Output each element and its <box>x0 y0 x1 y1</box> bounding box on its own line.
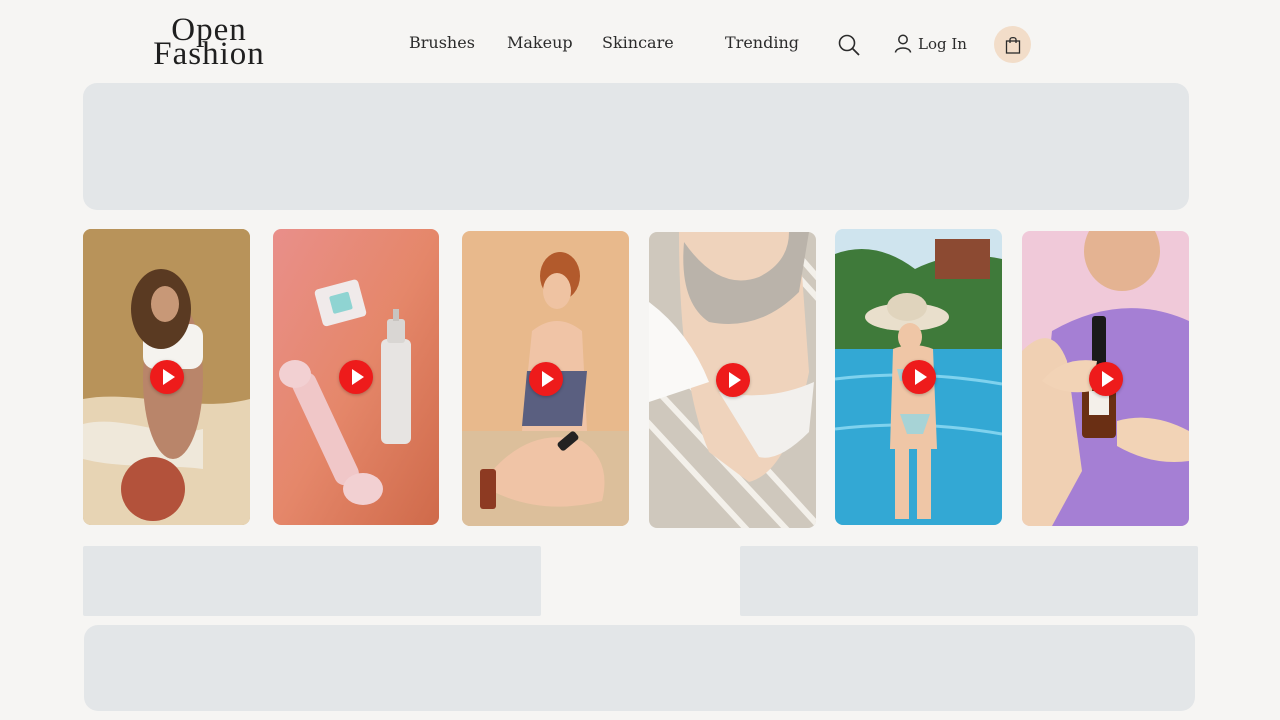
video-card-swimsuit-towel[interactable] <box>649 232 816 528</box>
video-card-sunscreen-sand[interactable] <box>462 231 629 526</box>
brand-logo[interactable]: Open Fashion <box>144 14 274 72</box>
play-icon[interactable] <box>149 360 184 394</box>
nav-trending[interactable]: Trending <box>725 33 799 52</box>
play-icon[interactable] <box>339 360 373 394</box>
search-icon <box>838 34 860 56</box>
video-card-dropper-bottle[interactable] <box>1022 231 1189 526</box>
video-card-pool-hat[interactable] <box>835 229 1002 525</box>
login-button[interactable]: Log In <box>894 34 967 53</box>
shopping-bag-icon <box>1005 36 1020 54</box>
user-icon <box>894 34 912 53</box>
nav-makeup[interactable]: Makeup <box>507 33 573 52</box>
brand-logo-line2: Fashion <box>153 36 265 72</box>
login-label: Log In <box>918 34 967 53</box>
hero-banner-placeholder <box>83 83 1189 210</box>
promo-placeholder-right <box>740 546 1198 616</box>
play-icon[interactable] <box>715 363 750 397</box>
play-icon[interactable] <box>528 361 563 396</box>
video-card-beach-woman[interactable] <box>83 229 250 525</box>
footer-placeholder <box>84 625 1195 711</box>
search-button[interactable] <box>838 34 860 60</box>
video-card-serum-roller[interactable] <box>273 229 439 525</box>
nav-brushes[interactable]: Brushes <box>409 33 475 52</box>
play-icon[interactable] <box>1088 361 1123 396</box>
play-icon[interactable] <box>901 360 936 394</box>
cart-button[interactable] <box>994 26 1031 63</box>
nav-skincare[interactable]: Skincare <box>602 33 674 52</box>
promo-placeholder-left <box>83 546 541 616</box>
